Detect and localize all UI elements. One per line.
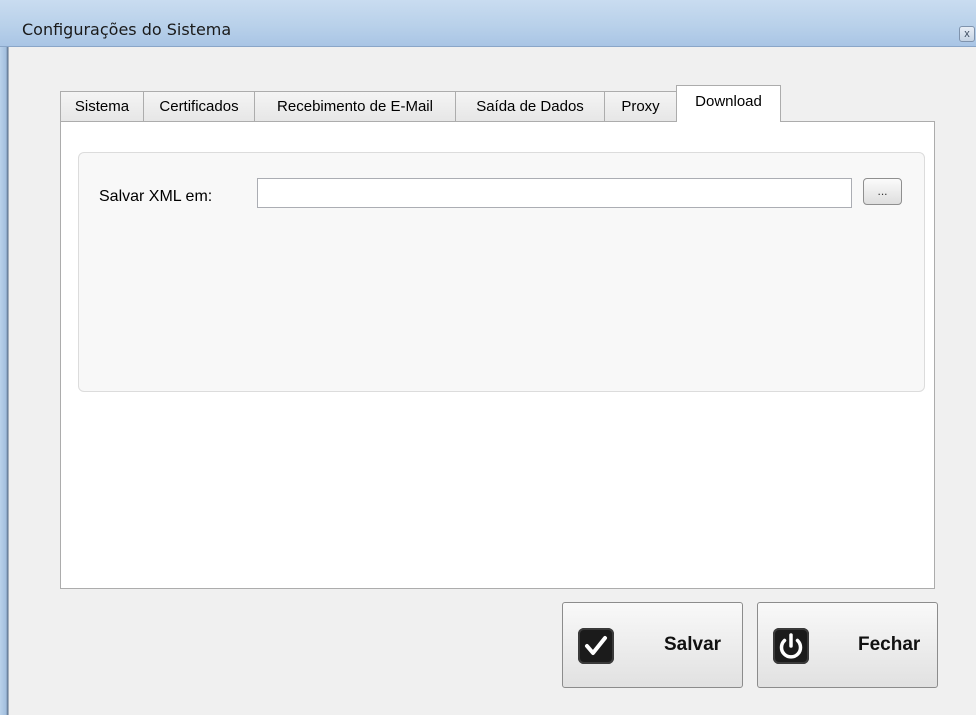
tab-recebimento-de-email[interactable]: Recebimento de E-Mail: [254, 91, 456, 122]
browse-button-label: ...: [877, 184, 888, 198]
tab-label: Certificados: [159, 98, 239, 115]
tab-proxy[interactable]: Proxy: [604, 91, 677, 122]
window-frame-left: [0, 0, 9, 715]
tab-page-download: Salvar XML em: ...: [60, 121, 935, 589]
browse-folder-button[interactable]: ...: [863, 178, 902, 205]
close-button-label: Fechar: [858, 634, 921, 655]
save-xml-path-input[interactable]: [257, 178, 852, 208]
tab-label: Download: [695, 93, 762, 110]
save-button[interactable]: Salvar: [562, 602, 743, 688]
tab-download[interactable]: Download: [676, 85, 781, 122]
checkmark-icon: [578, 628, 614, 664]
save-xml-label: Salvar XML em:: [99, 188, 213, 205]
window-title: Configurações do Sistema: [22, 20, 232, 39]
close-button[interactable]: Fechar: [757, 602, 938, 688]
tab-sistema[interactable]: Sistema: [60, 91, 144, 122]
settings-window: Configurações do Sistema x Sistema Certi…: [0, 0, 976, 715]
tab-saida-de-dados[interactable]: Saída de Dados: [455, 91, 605, 122]
tab-label: Sistema: [74, 98, 130, 115]
close-window-button[interactable]: x: [959, 26, 975, 42]
tab-label: Proxy: [621, 98, 660, 115]
close-icon: x: [964, 28, 970, 40]
tab-certificados[interactable]: Certificados: [143, 91, 255, 122]
tab-label: Recebimento de E-Mail: [277, 98, 433, 115]
download-group-box: Salvar XML em: ...: [78, 152, 925, 392]
power-icon: [773, 628, 809, 664]
tab-label: Saída de Dados: [476, 98, 584, 115]
title-bar[interactable]: Configurações do Sistema: [0, 0, 976, 47]
save-button-label: Salvar: [664, 634, 722, 655]
